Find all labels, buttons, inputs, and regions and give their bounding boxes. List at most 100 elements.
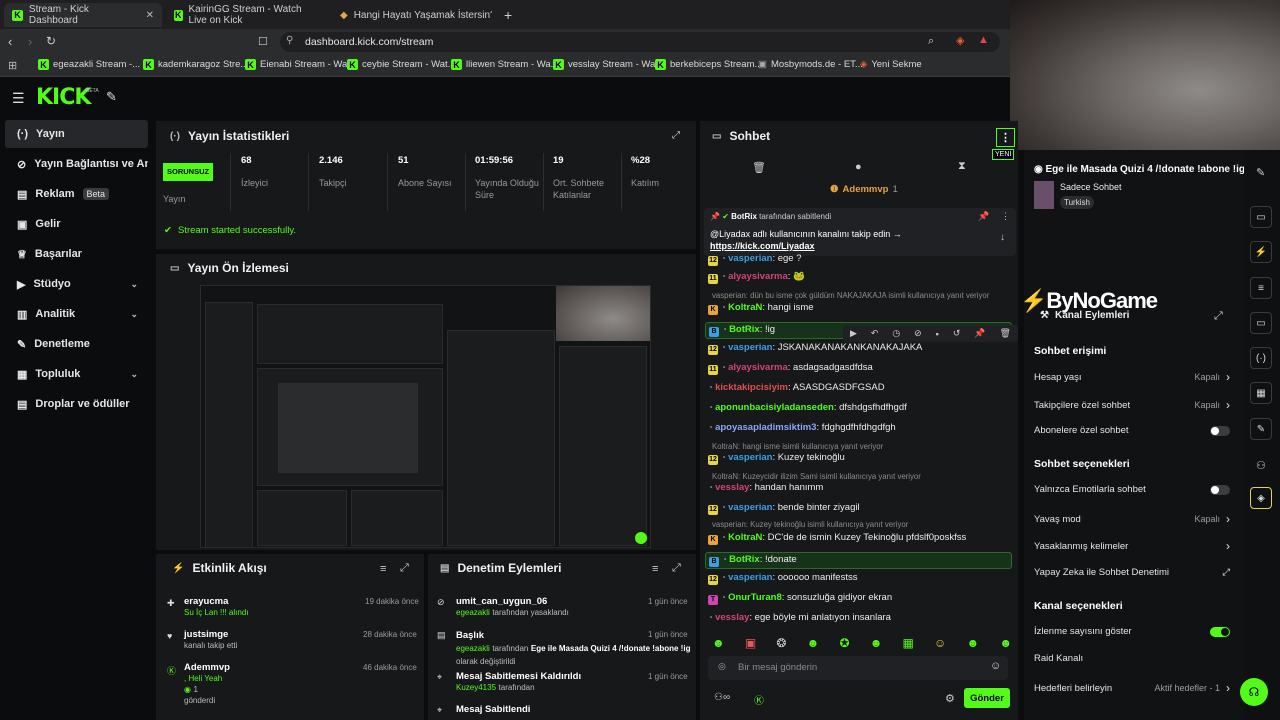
setting-row[interactable]: Takipçilere özel sohbet Kapalı › <box>1034 398 1230 412</box>
sidebar-item-drops[interactable]: ▤ Droplar ve ödüller <box>5 390 148 418</box>
emote-icon[interactable]: ☻ <box>967 636 980 650</box>
toggle-switch[interactable] <box>1210 626 1230 637</box>
menu-icon[interactable]: ☰ <box>12 90 25 107</box>
chat-username[interactable]: KoltraN <box>728 302 762 313</box>
back-icon[interactable]: ‹ <box>8 34 12 49</box>
chat-username[interactable]: BotRix <box>729 554 760 565</box>
category-name[interactable]: Sadece Sohbet <box>1060 182 1122 192</box>
new-tab-button[interactable]: + <box>496 3 520 27</box>
bookmark-item[interactable]: Klliewen Stream - Wa... <box>451 59 559 70</box>
chevron-right-icon[interactable]: › <box>1226 398 1230 412</box>
edit-icon[interactable]: ✎ <box>1256 166 1265 179</box>
chat-message[interactable]: K ◔ KoltraN: hangi isme <box>708 302 1008 315</box>
viewers-icon[interactable]: ⚇∞ <box>714 692 730 703</box>
chat-message[interactable]: K ◔ KoltraN: DC'de de ismin Kuzey Tekinoğ… <box>708 532 1008 545</box>
pin-icon[interactable]: 📌 <box>978 211 989 222</box>
chat-username[interactable]: apoyasapladimsiktim3 <box>715 422 816 433</box>
chat-username[interactable]: alyaysivarma <box>728 362 788 373</box>
play-icon[interactable]: ▶ <box>850 328 857 339</box>
chat-message[interactable]: 12 ◔ vasperian: bende binter ziyagil <box>708 502 1008 515</box>
kick-k-icon[interactable]: Ⓚ <box>754 692 764 707</box>
chat-message[interactable]: ◔ aponunbacisiyladanseden: dfshdgsfhdfhg… <box>708 402 1008 413</box>
trash-icon[interactable]: 🗑 <box>752 161 766 174</box>
chat-username[interactable]: vasperian <box>728 253 772 264</box>
setting-row[interactable]: Hedefleri belirleyin Aktif hedefler - 1 › <box>1034 681 1230 695</box>
delete-icon[interactable]: ▪ <box>936 329 939 339</box>
browser-tab[interactable]: K KairinGG Stream - Watch Live on Kick <box>166 3 328 27</box>
chat-message[interactable]: 12 ◔ vasperian: JSKANAKANAKANKANAKAJAKA <box>708 342 1008 355</box>
sidebar-item-moderation[interactable]: ✎ Denetleme <box>5 330 148 358</box>
emote-icon[interactable]: ▦ <box>903 636 914 650</box>
expand-down-icon[interactable]: ↓ <box>1000 232 1005 243</box>
sidebar-item-achievements[interactable]: ♕ Başarılar <box>5 240 148 268</box>
undo-icon[interactable]: ↺ <box>953 328 961 339</box>
bookmark-item[interactable]: ◈ Yeni Sekme <box>860 59 922 70</box>
bookmark-icon[interactable]: ☐ <box>258 35 268 48</box>
chat-message[interactable]: ◔ vesslay: ege böyle mi anlatıyon insanl… <box>708 612 1008 623</box>
browser-tab[interactable]: ◆ Hangi Hayatı Yaşamak İstersin? - Tie <box>332 3 492 27</box>
setting-control[interactable]: › <box>1226 539 1230 553</box>
setting-row[interactable]: Yalnızca Emotilarla sohbet <box>1034 484 1230 495</box>
toggle-switch[interactable] <box>1210 425 1230 436</box>
chat-username[interactable]: kicktakipcisiyim <box>715 382 788 393</box>
more-icon[interactable]: ⋮ <box>1001 211 1010 222</box>
setting-row[interactable]: Yavaş mod Kapalı › <box>1034 512 1230 526</box>
chat-username[interactable]: vasperian <box>728 452 772 463</box>
chat-message[interactable]: ◔ vesslay: handan hanımm <box>708 482 1008 493</box>
chevron-right-icon[interactable]: › <box>1226 512 1230 526</box>
setting-control[interactable]: Aktif hedefler - 1 › <box>1154 681 1230 695</box>
browser-tab-active[interactable]: K Stream - Kick Dashboard ✕ <box>4 3 162 27</box>
emote-icon[interactable]: ❂ <box>776 636 786 650</box>
setting-row[interactable]: Yapay Zeka ile Sohbet Denetimi ⤢ <box>1034 567 1230 578</box>
bookmark-item[interactable]: Kkademkaragoz Stre... <box>143 59 248 70</box>
settings-gear-icon[interactable]: ⚙ <box>945 692 955 705</box>
send-button[interactable]: Gönder <box>964 688 1010 708</box>
setting-control[interactable] <box>1210 484 1230 495</box>
stream-preview-video[interactable] <box>200 285 651 548</box>
chat-message[interactable]: 11 ◔ alyaysivarma: asdagsadgasdfdsa <box>708 362 1008 375</box>
chat-username[interactable]: vesslay <box>715 612 749 623</box>
sidebar-item-stream-key[interactable]: ⊘Yayın Bağlantısı ve Anahtar <box>5 150 148 178</box>
calendar-button[interactable]: ▦ <box>1250 382 1272 404</box>
trash-icon[interactable]: 🗑 <box>999 328 1010 339</box>
expand-icon[interactable]: ⤢ <box>672 130 680 141</box>
sidebar-item-stream[interactable]: (·) Yayın <box>5 120 148 148</box>
chat-username[interactable]: KoltraN <box>728 532 762 543</box>
chat-username[interactable]: alyaysivarma <box>728 271 788 282</box>
emote-icon[interactable]: ▣ <box>745 636 756 650</box>
chat-message[interactable]: 12 ◔ vasperian: oooooo manifestss <box>708 572 1008 585</box>
sidebar-item-ads[interactable]: ▤ Reklam Beta <box>5 180 148 208</box>
sidebar-item-revenue[interactable]: ▣ Gelir <box>5 210 148 238</box>
sidebar-item-analytics[interactable]: ▥ Analitik ⌄ <box>5 300 148 328</box>
help-button[interactable]: ☊ <box>1240 678 1268 706</box>
filter-icon[interactable]: ≡ <box>652 563 658 575</box>
chat-message[interactable]: T ◔ OnurTuran8: sonsuzluğa gidiyor ekran <box>708 592 1008 605</box>
ban-icon[interactable]: ⊘ <box>914 328 922 339</box>
kick-logo[interactable]: KICK <box>36 85 91 110</box>
setting-row[interactable]: Abonelere özel sohbet <box>1034 425 1230 436</box>
bookmark-item[interactable]: Kvesslay Stream - Wa... <box>553 59 663 70</box>
pin-icon[interactable]: 📌 <box>974 328 985 339</box>
chat-username[interactable]: aponunbacisiyladanseden <box>715 402 834 413</box>
expand-icon[interactable]: ⤢ <box>672 562 681 575</box>
shield-icon[interactable]: ◈ <box>956 34 964 47</box>
chat-button[interactable]: ▭ <box>1250 312 1272 334</box>
expand-icon[interactable]: ⤢ <box>1214 310 1223 323</box>
emote-icon[interactable]: ✪ <box>839 636 849 650</box>
chat-message[interactable]: ◔ kicktakipcisiyim: ASASDGASDFGSAD <box>708 382 1008 393</box>
emoji-icon[interactable]: ☺ <box>990 660 1001 672</box>
chat-username[interactable]: vasperian <box>728 572 772 583</box>
shield-button[interactable]: ◈ <box>1250 487 1272 509</box>
emote-icon[interactable]: ☻ <box>999 636 1012 650</box>
hourglass-icon[interactable]: ⧗ <box>958 160 966 173</box>
broadcast-button[interactable]: (·) <box>1250 347 1272 369</box>
chevron-right-icon[interactable]: › <box>1226 539 1230 553</box>
setting-row[interactable]: Yasaklanmış kelimeler › <box>1034 539 1230 553</box>
chat-username[interactable]: vasperian <box>728 502 772 513</box>
emote-icon[interactable]: ☻ <box>712 636 725 650</box>
emote-icon[interactable]: ☺ <box>934 636 946 650</box>
bookmark-item[interactable]: Kegeazakli Stream -... <box>38 59 140 70</box>
timeout-icon[interactable]: ◷ <box>892 328 900 339</box>
reply-icon[interactable]: ↶ <box>871 328 879 339</box>
site-info-icon[interactable]: ⚲ <box>286 35 293 46</box>
